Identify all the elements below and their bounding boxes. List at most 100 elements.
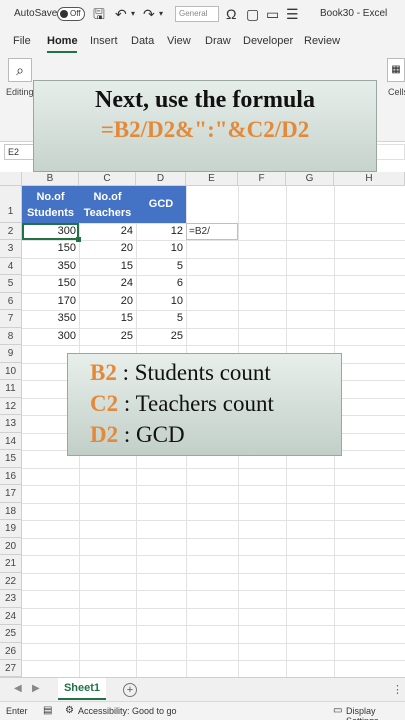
row-header[interactable]: 22: [0, 573, 22, 590]
table-cell[interactable]: 15: [79, 258, 136, 275]
document-status-icon[interactable]: ▤: [43, 705, 52, 716]
column-header-h[interactable]: H: [334, 172, 405, 186]
table-cell[interactable]: 25: [136, 328, 186, 345]
row-header[interactable]: 13: [0, 415, 22, 433]
column-header-b[interactable]: B: [22, 172, 79, 186]
legend-separator: :: [118, 422, 137, 447]
customize-toolbar-icon[interactable]: ☰: [286, 6, 299, 22]
table-cell[interactable]: 20: [79, 240, 136, 257]
undo-dropdown-icon[interactable]: ▾: [131, 6, 135, 22]
table-cell[interactable]: 25: [79, 328, 136, 345]
row-header[interactable]: 1: [0, 186, 22, 223]
prev-sheet-icon[interactable]: ◀: [14, 683, 22, 694]
row-header[interactable]: 5: [0, 275, 22, 293]
column-header-d[interactable]: D: [136, 172, 186, 186]
clipboard-icon[interactable]: ▭: [266, 6, 279, 22]
number-format-dropdown[interactable]: General: [175, 6, 219, 22]
autosave-label: AutoSave: [14, 8, 58, 19]
table-cell[interactable]: 6: [136, 275, 186, 292]
table-cell[interactable]: 170: [22, 293, 79, 310]
name-box[interactable]: E2: [4, 144, 34, 160]
table-cell[interactable]: 10: [136, 240, 186, 257]
row-header[interactable]: 12: [0, 398, 22, 415]
row-header[interactable]: 7: [0, 310, 22, 328]
table-cell[interactable]: 24: [79, 275, 136, 292]
row-header[interactable]: 23: [0, 590, 22, 608]
row-header[interactable]: 14: [0, 433, 22, 450]
caption-title: Next, use the formula: [95, 87, 315, 113]
editing-cell-e2[interactable]: =B2/: [186, 223, 238, 240]
table-cell[interactable]: 10: [136, 293, 186, 310]
row-header[interactable]: 19: [0, 520, 22, 538]
column-header-g[interactable]: G: [286, 172, 334, 186]
table-cell[interactable]: 5: [136, 258, 186, 275]
tab-draw[interactable]: Draw: [205, 35, 231, 47]
column-header-c[interactable]: C: [79, 172, 136, 186]
table-cell[interactable]: 350: [22, 310, 79, 327]
autosave-state: Off: [70, 9, 81, 18]
row-header[interactable]: 26: [0, 643, 22, 660]
table-header-students[interactable]: No.of Students: [22, 186, 79, 223]
table-header-gcd[interactable]: GCD: [136, 186, 186, 223]
redo-icon[interactable]: ↷: [143, 6, 155, 22]
next-sheet-icon[interactable]: ▶: [32, 683, 40, 694]
cells-icon[interactable]: ▦: [387, 58, 405, 82]
active-cell-b2[interactable]: [22, 223, 79, 240]
column-header-f[interactable]: F: [238, 172, 286, 186]
table-cell[interactable]: 5: [136, 310, 186, 327]
row-header[interactable]: 27: [0, 660, 22, 677]
find-search-icon[interactable]: ⌕: [8, 58, 32, 82]
row-header[interactable]: 25: [0, 625, 22, 643]
table-cell[interactable]: 12: [136, 223, 186, 240]
table-cell[interactable]: 300: [22, 328, 79, 345]
save-icon[interactable]: 🖫: [93, 6, 105, 22]
redo-dropdown-icon[interactable]: ▾: [159, 6, 163, 22]
tab-view[interactable]: View: [167, 35, 191, 47]
row-header[interactable]: 18: [0, 503, 22, 520]
legend-desc: GCD: [136, 422, 185, 447]
add-sheet-button[interactable]: +: [123, 683, 137, 697]
more-options-icon[interactable]: ⋮: [392, 683, 403, 696]
table-cell[interactable]: 350: [22, 258, 79, 275]
row-header[interactable]: 10: [0, 363, 22, 380]
undo-icon[interactable]: ↶: [115, 6, 127, 22]
table-cell[interactable]: 24: [79, 223, 136, 240]
display-settings-icon[interactable]: ▭: [333, 705, 342, 716]
column-header-e[interactable]: E: [186, 172, 238, 186]
tab-data[interactable]: Data: [131, 35, 154, 47]
tab-developer[interactable]: Developer: [243, 35, 293, 47]
row-header[interactable]: 9: [0, 345, 22, 363]
row-header[interactable]: 17: [0, 485, 22, 503]
table-cell[interactable]: 150: [22, 275, 79, 292]
tab-insert[interactable]: Insert: [90, 35, 118, 47]
row-header[interactable]: 2: [0, 223, 22, 240]
image-icon[interactable]: ▢: [246, 6, 259, 22]
table-cell[interactable]: 20: [79, 293, 136, 310]
row-header[interactable]: 15: [0, 450, 22, 468]
tab-file[interactable]: File: [13, 35, 31, 47]
table-cell[interactable]: 15: [79, 310, 136, 327]
sheet-tab-sheet1[interactable]: Sheet1: [58, 678, 106, 700]
select-all-corner[interactable]: [0, 172, 22, 186]
fill-handle[interactable]: [76, 237, 81, 242]
accessibility-status[interactable]: Accessibility: Good to go: [78, 706, 177, 716]
row-header[interactable]: 21: [0, 555, 22, 573]
accessibility-icon[interactable]: ⚙: [65, 705, 74, 716]
tab-home[interactable]: Home: [47, 35, 78, 47]
row-header[interactable]: 4: [0, 258, 22, 275]
row-header[interactable]: 3: [0, 240, 22, 258]
autosave-toggle[interactable]: Off: [57, 7, 85, 21]
table-header-teachers[interactable]: No.of Teachers: [79, 186, 136, 223]
omega-symbol-icon[interactable]: Ω: [226, 6, 236, 22]
row-header[interactable]: 11: [0, 380, 22, 398]
row-header[interactable]: 20: [0, 538, 22, 555]
display-settings[interactable]: Display Settings: [346, 706, 405, 720]
row-header[interactable]: 24: [0, 608, 22, 625]
row-header[interactable]: 16: [0, 468, 22, 485]
legend-caption-box: B2 : Students count C2 : Teachers count …: [67, 353, 342, 456]
table-cell[interactable]: 150: [22, 240, 79, 257]
tab-review[interactable]: Review: [304, 35, 340, 47]
status-bar: Enter ▤ ⚙ Accessibility: Good to go ▭ Di…: [0, 701, 405, 720]
row-header[interactable]: 6: [0, 293, 22, 310]
row-header[interactable]: 8: [0, 328, 22, 345]
